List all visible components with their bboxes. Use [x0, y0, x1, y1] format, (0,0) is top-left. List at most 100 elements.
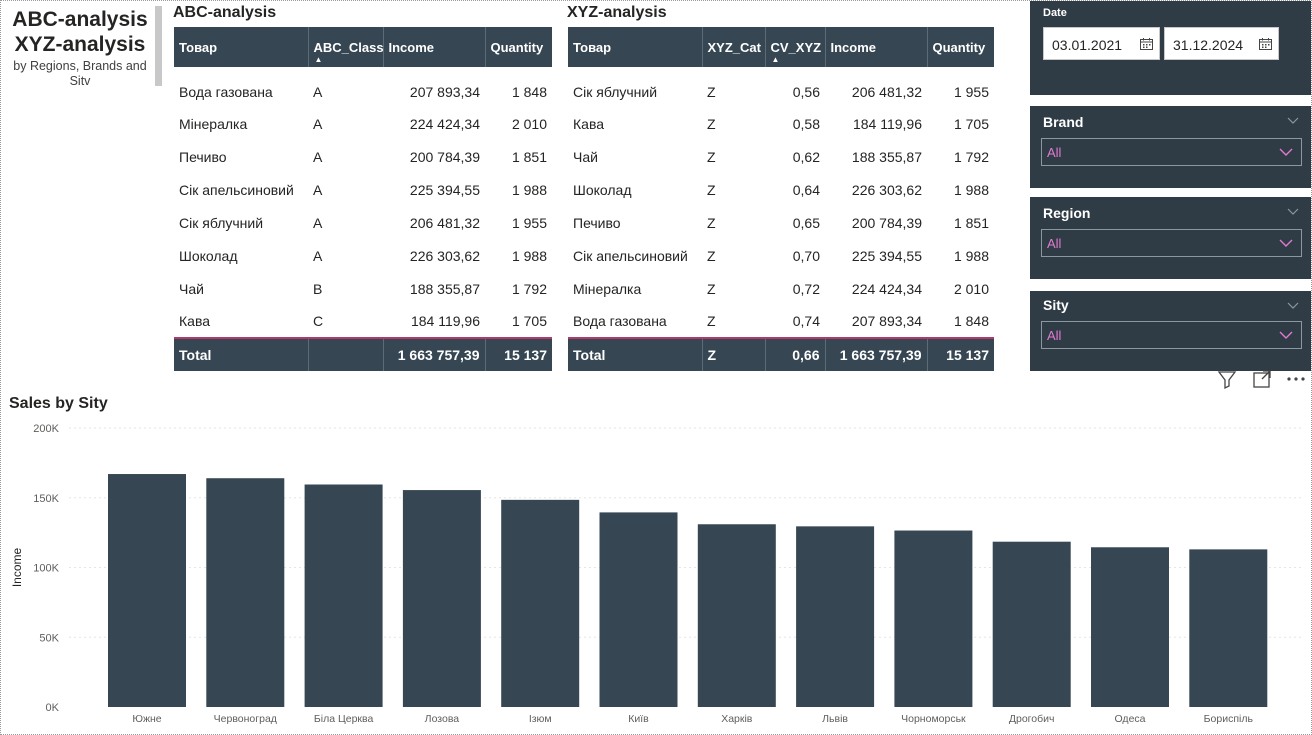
x-tick-label: Київ: [628, 713, 649, 725]
xyz-table-cell: 188 355,87: [851, 149, 922, 166]
abc-total-quantity: 15 137: [484, 337, 552, 372]
sort-ascending-icon: ▲: [314, 55, 323, 64]
xyz-total-cat: Z: [701, 337, 765, 372]
brand-dropdown-value: All: [1047, 145, 1062, 160]
abc-table-row[interactable]: Чай B 188 355,87 1 792: [174, 272, 552, 305]
abc-table-row[interactable]: Вода газована A 207 893,34 1 848: [174, 67, 552, 108]
y-tick-label: 50K: [39, 632, 59, 644]
abc-table-row[interactable]: Сік апельсиновий A 225 394,55 1 988: [174, 174, 552, 207]
xyz-table-row[interactable]: Сік апельсиновий Z 0,70 225 394,55 1 988: [568, 240, 994, 273]
xyz-table-row[interactable]: Чай Z 0,62 188 355,87 1 792: [568, 141, 994, 174]
date-start-input[interactable]: 03.01.2021: [1043, 27, 1160, 60]
chevron-down-icon[interactable]: [1287, 114, 1299, 126]
x-tick-label: Дрогобич: [1009, 713, 1055, 725]
bar[interactable]: [1091, 547, 1169, 707]
abc-col-header-quantity[interactable]: Quantity: [484, 27, 552, 67]
report-title-line1: ABC-analysis: [12, 8, 148, 31]
xyz-total-quantity: 15 137: [926, 337, 994, 372]
xyz-table-cell: Z: [707, 280, 716, 297]
abc-table-cell: 1 955: [511, 215, 547, 232]
xyz-table-cell: 0,58: [792, 116, 820, 133]
x-tick-label: Ізюм: [529, 713, 552, 725]
xyz-table-body: Сік яблучний Z 0,56 206 481,32 1 955 Кава Z 0,5…: [568, 67, 994, 338]
abc-table-cell: Сік апельсиновий: [179, 182, 294, 199]
abc-table-row[interactable]: Печиво A 200 784,39 1 851: [174, 141, 552, 174]
xyz-table-cell: 0,56: [792, 83, 820, 100]
abc-table-cell: Шоколад: [179, 248, 238, 264]
xyz-table-cell: 0,64: [792, 182, 820, 199]
abc-table-cell: C: [313, 313, 324, 330]
xyz-table-total-row: Total Z 0,66 1 663 757,39 15 137: [568, 337, 994, 372]
abc-table-cell: Вода газована: [179, 83, 273, 100]
xyz-table-cell: 2 010: [953, 280, 989, 297]
x-tick-label: Біла Церква: [314, 713, 374, 725]
abc-table-cell: 207 893,34: [409, 83, 480, 100]
xyz-table-row[interactable]: Сік яблучний Z 0,56 206 481,32 1 955: [568, 67, 994, 108]
y-tick-label: 150K: [33, 493, 59, 505]
abc-col-header-income[interactable]: Income: [382, 27, 485, 67]
xyz-col-header-income[interactable]: Income: [824, 27, 927, 67]
bar[interactable]: [796, 526, 875, 707]
abc-table-cell: 225 394,55: [409, 182, 480, 199]
xyz-table-cell: 1 955: [953, 83, 989, 100]
xyz-col-header-quantity[interactable]: Quantity: [926, 27, 994, 67]
bar[interactable]: [1189, 549, 1268, 707]
xyz-table-cell: 224 424,34: [851, 280, 922, 297]
chevron-down-icon[interactable]: [1287, 205, 1299, 217]
brand-dropdown[interactable]: All: [1041, 138, 1302, 166]
xyz-table-cell: Сік апельсиновий: [573, 248, 688, 264]
abc-table-row[interactable]: Мінералка A 224 424,34 2 010: [174, 108, 552, 141]
xyz-table-row[interactable]: Печиво Z 0,65 200 784,39 1 851: [568, 207, 994, 240]
bar[interactable]: [402, 490, 481, 707]
bar[interactable]: [894, 530, 973, 707]
calendar-icon[interactable]: [1259, 38, 1272, 50]
bar[interactable]: [304, 484, 383, 707]
x-tick-label: Львів: [822, 713, 848, 725]
date-end-input[interactable]: 31.12.2024: [1164, 27, 1279, 60]
xyz-col-header-cv[interactable]: CV_XYZ ▲: [764, 27, 825, 67]
xyz-table-cell: Z: [707, 116, 716, 133]
xyz-table-row[interactable]: Шоколад Z 0,64 226 303,62 1 988: [568, 174, 994, 207]
abc-table-cell: A: [313, 248, 323, 264]
xyz-table-row[interactable]: Мінералка Z 0,72 224 424,34 2 010: [568, 272, 994, 305]
bar[interactable]: [599, 512, 678, 707]
chevron-down-icon[interactable]: [1287, 299, 1299, 311]
abc-table-cell: 188 355,87: [409, 280, 480, 297]
title-scrollbar[interactable]: [155, 6, 162, 86]
xyz-col-header-cat[interactable]: XYZ_Cat: [701, 27, 765, 67]
abc-table-row[interactable]: Шоколад A 226 303,62 1 988: [174, 240, 552, 273]
y-axis-label: Income: [10, 548, 24, 588]
xyz-col-header-product[interactable]: Товар: [568, 27, 702, 67]
abc-col-header-class[interactable]: ABC_Class ▲: [307, 27, 384, 67]
chevron-down-icon: [1279, 331, 1293, 339]
bar[interactable]: [501, 499, 580, 707]
abc-table-cell: 1 848: [511, 83, 547, 100]
sity-dropdown[interactable]: All: [1041, 321, 1302, 349]
xyz-table-row[interactable]: Кава Z 0,58 184 119,96 1 705: [568, 108, 994, 141]
filter-icon[interactable]: [1216, 368, 1238, 390]
x-tick-label: Одеса: [1115, 713, 1146, 725]
report-title-block: ABC-analysis XYZ-analysis by Regions, Br…: [5, 7, 155, 89]
abc-table-row[interactable]: Кава C 184 119,96 1 705: [174, 305, 552, 338]
xyz-table-cell: 200 784,39: [851, 215, 922, 232]
bar[interactable]: [206, 478, 285, 707]
abc-table-cell: 1 988: [511, 182, 547, 199]
date-end-value: 31.12.2024: [1173, 37, 1244, 53]
abc-table-cell: 1 705: [511, 313, 547, 330]
abc-table-cell: 1 792: [511, 280, 547, 297]
xyz-table-cell: 207 893,34: [851, 313, 922, 330]
more-options-icon[interactable]: [1285, 368, 1307, 390]
sort-ascending-icon: ▲: [771, 55, 780, 64]
region-dropdown-value: All: [1047, 236, 1062, 251]
abc-col-header-product[interactable]: Товар: [174, 27, 308, 67]
calendar-icon[interactable]: [1140, 38, 1153, 50]
abc-table-cell: 224 424,34: [409, 116, 480, 133]
xyz-table-row[interactable]: Вода газована Z 0,74 207 893,34 1 848: [568, 305, 994, 338]
region-dropdown[interactable]: All: [1041, 229, 1302, 257]
y-tick-label: 100K: [33, 563, 59, 575]
bar[interactable]: [108, 474, 186, 707]
bar[interactable]: [992, 541, 1071, 707]
focus-mode-icon[interactable]: [1251, 368, 1273, 390]
abc-table-row[interactable]: Сік яблучний A 206 481,32 1 955: [174, 207, 552, 240]
bar[interactable]: [697, 524, 776, 707]
